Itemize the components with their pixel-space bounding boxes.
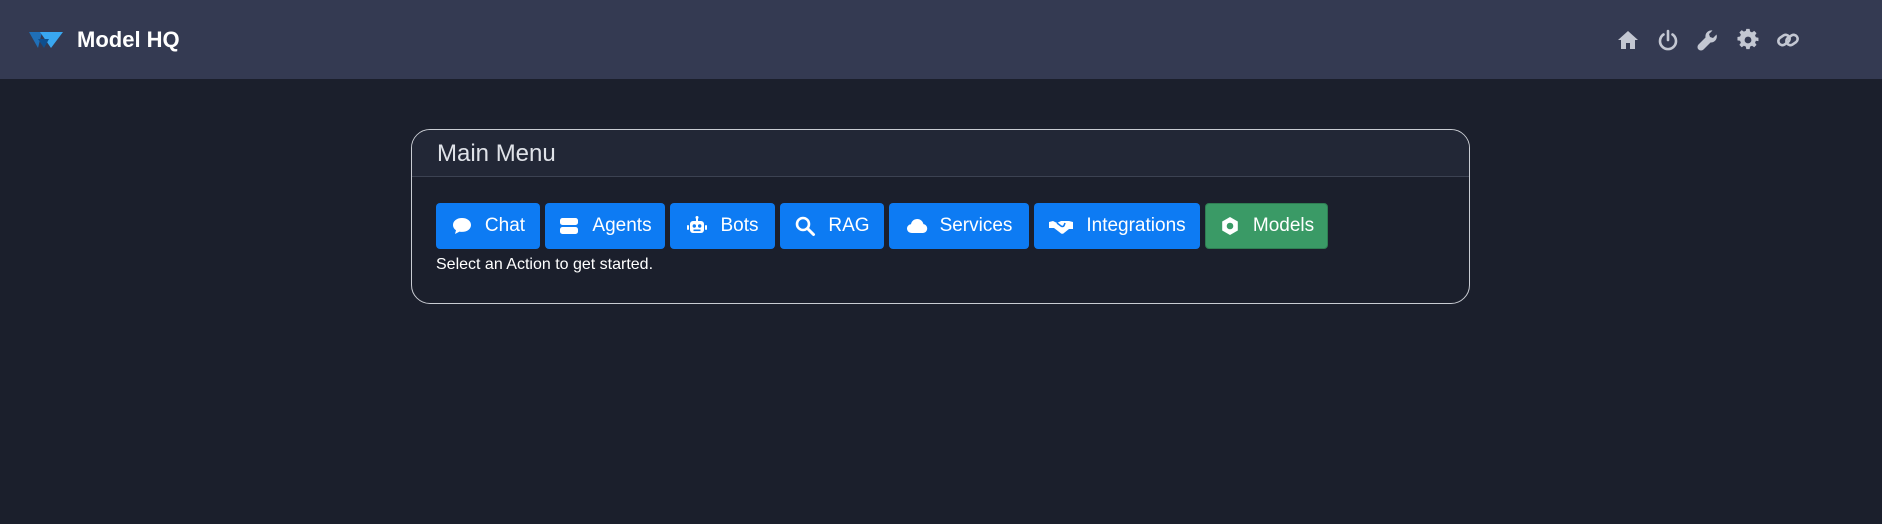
instruction-text: Select an Action to get started.	[436, 256, 654, 273]
main-menu-card: Main Menu Chat Agents Bots RAG Services …	[411, 129, 1470, 304]
models-button-label: Models	[1252, 215, 1315, 236]
action-button-row: Chat Agents Bots RAG Services Integratio…	[436, 203, 1469, 249]
model-hq-logo	[29, 32, 63, 48]
services-button[interactable]: Services	[889, 203, 1029, 249]
rag-button[interactable]: RAG	[780, 203, 884, 249]
integrations-button[interactable]: Integrations	[1034, 203, 1200, 249]
cog-icon	[1222, 217, 1238, 235]
brand[interactable]: Model HQ	[29, 27, 180, 53]
bots-button-label: Bots	[720, 215, 759, 236]
chat-button-label: Chat	[484, 215, 526, 236]
chat-button[interactable]: Chat	[436, 203, 540, 249]
agents-button-label: Agents	[592, 215, 652, 236]
navbar-icons	[1614, 26, 1814, 54]
services-button-label: Services	[939, 215, 1013, 236]
handshake-icon	[1049, 221, 1074, 234]
main-menu-body: Chat Agents Bots RAG Services Integratio…	[412, 177, 1469, 274]
top-navbar: Model HQ	[0, 0, 1882, 79]
models-button[interactable]: Models	[1205, 203, 1328, 249]
agents-button[interactable]: Agents	[545, 203, 665, 249]
link-icon[interactable]	[1774, 26, 1802, 54]
cloud-icon	[906, 219, 927, 233]
bots-button[interactable]: Bots	[670, 203, 775, 249]
search-icon	[796, 216, 816, 236]
rag-button-label: RAG	[828, 215, 870, 236]
brand-name: Model HQ	[77, 27, 180, 52]
wrench-icon[interactable]	[1694, 26, 1722, 54]
server-icon	[560, 218, 579, 234]
main-menu-header: Main Menu	[412, 130, 1469, 177]
power-icon[interactable]	[1654, 26, 1682, 54]
robot-icon	[687, 216, 708, 233]
home-icon[interactable]	[1614, 26, 1642, 54]
chat-bubble-icon	[452, 218, 471, 234]
main-menu-title: Main Menu	[437, 140, 556, 167]
gear-icon[interactable]	[1734, 26, 1762, 54]
integrations-button-label: Integrations	[1086, 215, 1186, 236]
